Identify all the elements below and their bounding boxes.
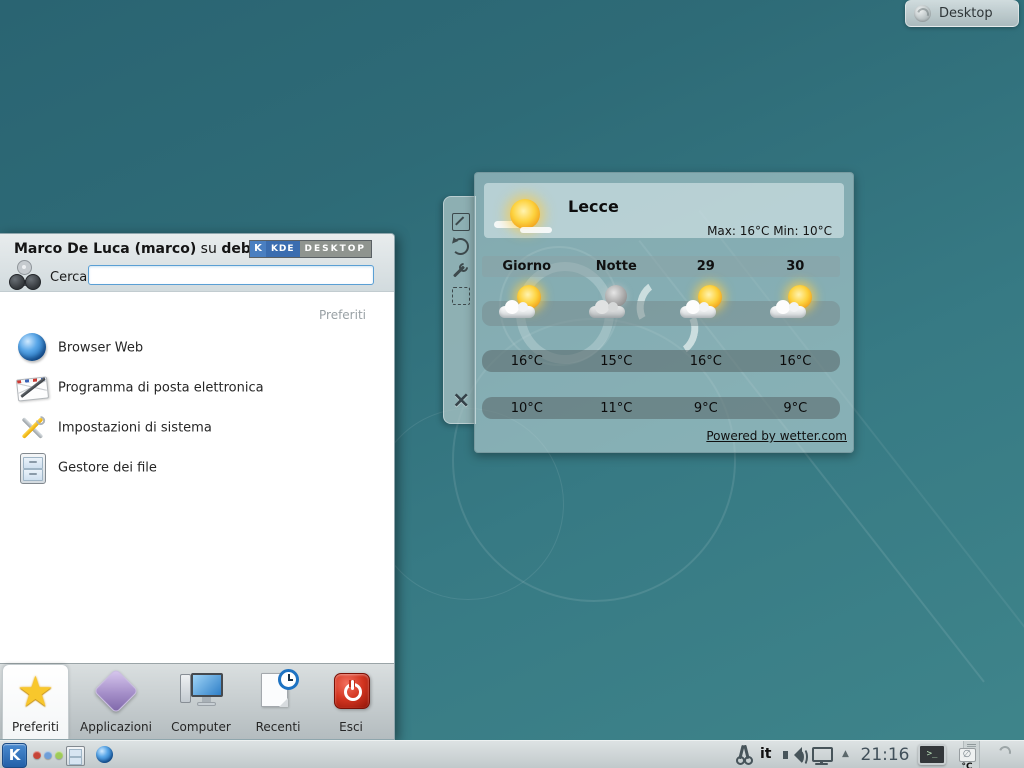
weather-header: Lecce Max: 16°C Min: 10°C — [484, 183, 844, 238]
applet-handle[interactable]: × — [443, 196, 476, 424]
email-icon — [16, 372, 48, 404]
bottom-panel: K it ▲ 21:16 >_ ∅ °C — [0, 740, 1024, 768]
recent-documents-icon — [255, 668, 301, 714]
kde-desktop-badge: K KDE DESKTOP — [249, 240, 372, 258]
weather-col-notte: Notte — [572, 259, 662, 274]
menu-item-file-manager[interactable]: Gestore dei file — [10, 448, 380, 488]
weather-col-29: 29 — [661, 259, 751, 274]
desktop-toolbox-label: Desktop — [939, 6, 993, 21]
night-temp-3: 9°C — [751, 401, 841, 416]
digital-clock[interactable]: 21:16 — [856, 745, 914, 765]
pager-dot-green[interactable] — [55, 751, 63, 759]
tab-preferiti[interactable]: ★ Preferiti — [2, 664, 69, 739]
configure-icon[interactable] — [452, 263, 468, 279]
weather-col-30: 30 — [751, 259, 841, 274]
search-input[interactable] — [88, 265, 374, 285]
applications-icon — [93, 668, 139, 714]
search-icon — [8, 260, 42, 290]
user-sep: su — [196, 241, 221, 257]
moon-cloud-icon — [589, 285, 635, 321]
section-label: Preferiti — [319, 308, 366, 322]
resize-icon[interactable] — [452, 213, 470, 231]
night-temp-1: 11°C — [572, 401, 662, 416]
weather-tray-unit: °C — [952, 762, 982, 768]
kickoff-tab-bar: ★ Preferiti Applicazioni Computer Recent… — [0, 663, 394, 739]
sun-cloud-icon — [770, 285, 816, 321]
close-icon[interactable]: × — [452, 393, 468, 409]
no-data-icon: ∅ — [959, 748, 976, 762]
weather-tray-icon[interactable]: ∅ °C — [952, 742, 982, 768]
pager-dot-blue[interactable] — [44, 751, 52, 759]
pager-dot-red[interactable] — [33, 751, 41, 759]
tab-esci[interactable]: Esci — [316, 664, 386, 739]
system-settings-icon — [16, 412, 48, 444]
desktop-toolbox[interactable]: Desktop — [905, 0, 1019, 27]
weather-max-min: Max: 16°C Min: 10°C — [707, 224, 832, 238]
sun-cloud-icon — [499, 285, 545, 321]
kde-logo-icon: K — [250, 241, 266, 257]
web-browser-icon — [16, 332, 48, 364]
sun-cloud-icon — [680, 285, 726, 321]
weather-night-temps: 10°C 11°C 9°C 9°C — [482, 397, 840, 419]
sun-cloud-icon — [494, 199, 554, 239]
kde-menu-launcher[interactable]: K — [2, 743, 27, 768]
weather-widget: Lecce Max: 16°C Min: 10°C Giorno Notte 2… — [474, 172, 854, 453]
night-temp-2: 9°C — [661, 401, 751, 416]
kickoff-menu: Marco De Luca (marco) su debian K KDE DE… — [0, 233, 395, 740]
terminal-tray-icon[interactable]: >_ — [918, 744, 946, 765]
day-temp-2: 16°C — [661, 354, 751, 369]
day-temp-3: 16°C — [751, 354, 841, 369]
weather-city: Lecce — [568, 197, 619, 216]
menu-item-system-settings[interactable]: Impostazioni di sistema — [10, 408, 380, 448]
maximize-icon[interactable] — [452, 287, 470, 305]
volume-icon[interactable] — [783, 746, 807, 764]
user-line: Marco De Luca (marco) su debian — [14, 241, 275, 257]
user-name: Marco De Luca (marco) — [14, 241, 196, 257]
wetter-credit-link[interactable]: Powered by wetter.com — [706, 429, 847, 443]
night-temp-0: 10°C — [482, 401, 572, 416]
tab-computer[interactable]: Computer — [161, 664, 241, 739]
menu-item-email[interactable]: Programma di posta elettronica — [10, 368, 380, 408]
search-label: Cerca: — [50, 270, 92, 285]
menu-item-browser-web[interactable]: Browser Web — [10, 328, 380, 368]
weather-col-giorno: Giorno — [482, 259, 572, 274]
weather-column-headers: Giorno Notte 29 30 — [482, 256, 840, 277]
klipper-scissors-icon[interactable] — [735, 745, 753, 765]
browser-launcher-icon[interactable] — [96, 746, 113, 763]
kickoff-header: Marco De Luca (marco) su debian K KDE DE… — [0, 234, 394, 292]
desktop: Desktop × Lecce Max: 16°C Min: 10°C Gior… — [0, 0, 1024, 768]
tab-recenti[interactable]: Recenti — [243, 664, 313, 739]
tab-applicazioni[interactable]: Applicazioni — [74, 664, 158, 739]
network-icon[interactable] — [812, 747, 833, 762]
cashew-icon — [914, 5, 931, 22]
file-manager-launcher-icon[interactable] — [66, 746, 85, 766]
badge-kde-label: KDE — [266, 241, 300, 257]
computer-icon — [178, 668, 224, 714]
file-manager-icon — [16, 452, 48, 484]
day-temp-0: 16°C — [482, 354, 572, 369]
day-temp-1: 15°C — [572, 354, 662, 369]
star-icon: ★ — [13, 669, 59, 715]
weather-day-temps: 16°C 15°C 16°C 16°C — [482, 350, 840, 372]
leave-icon — [328, 668, 374, 714]
keyboard-layout-indicator[interactable]: it — [760, 746, 772, 762]
rotate-icon[interactable] — [452, 238, 469, 255]
tray-expand-icon[interactable]: ▲ — [842, 749, 849, 759]
badge-desktop-label: DESKTOP — [300, 241, 371, 257]
